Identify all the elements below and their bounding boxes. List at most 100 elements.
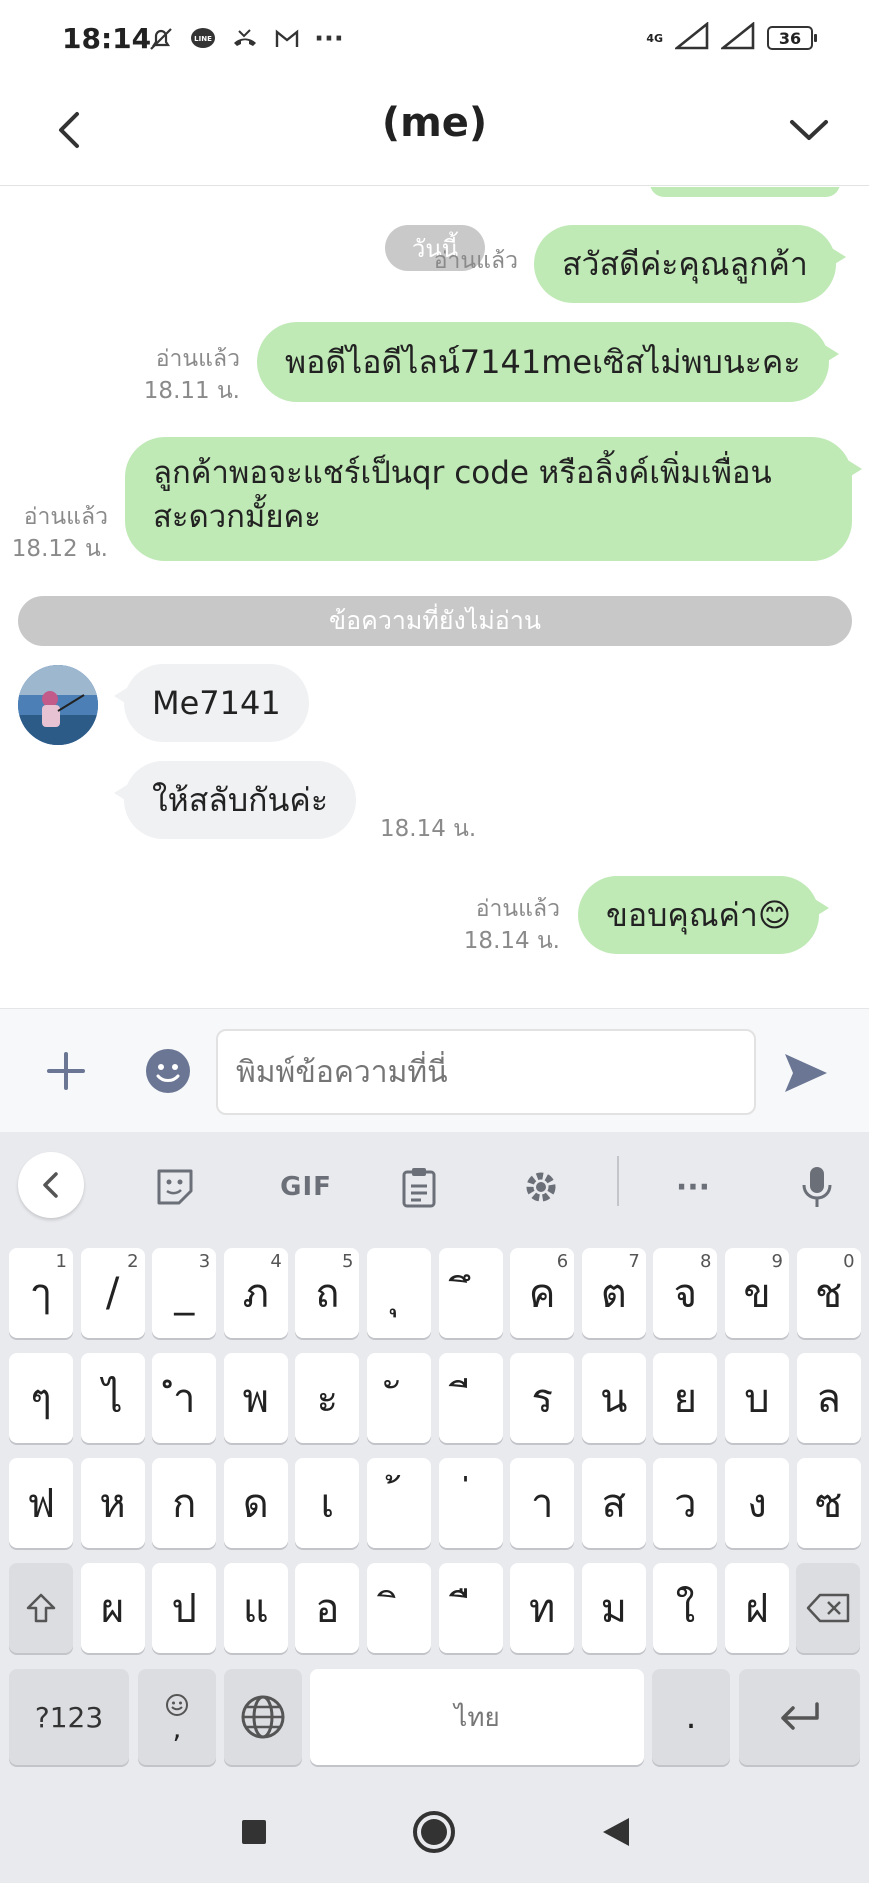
keyboard-key[interactable]: ป — [152, 1563, 217, 1653]
emoji-comma-key[interactable]: , — [138, 1669, 216, 1765]
keyboard-key[interactable]: น — [581, 1353, 646, 1443]
read-receipt: อ่านแล้ว — [433, 248, 518, 274]
message-bubble-me[interactable]: สวัสดีค่ะคุณลูกค้า — [534, 225, 846, 303]
key-label: ห — [99, 1481, 126, 1527]
keyboard-key[interactable]: ก — [152, 1458, 217, 1548]
keyboard-key[interactable]: ช0 — [796, 1248, 861, 1338]
clipboard-button[interactable] — [386, 1154, 452, 1220]
attach-button[interactable] — [38, 1043, 94, 1099]
recents-button[interactable] — [232, 1810, 276, 1854]
keyboard-key[interactable]: ใ — [653, 1563, 718, 1653]
keyboard-key[interactable]: ่ — [438, 1458, 503, 1548]
sticker-tool-button[interactable] — [142, 1154, 208, 1220]
keyboard-key[interactable]: ๆ — [9, 1353, 73, 1443]
keyboard-key[interactable]: ห — [80, 1458, 145, 1548]
avatar[interactable] — [18, 665, 98, 745]
key-number-hint: 9 — [771, 1251, 783, 1272]
key-label: ค — [528, 1271, 556, 1317]
svg-text:LINE: LINE — [194, 35, 212, 43]
keyboard-key[interactable]: า — [510, 1458, 575, 1548]
home-button[interactable] — [410, 1808, 458, 1856]
enter-key[interactable] — [739, 1669, 860, 1765]
message-meta: อ่านแล้ว 18.14 น. — [462, 893, 560, 957]
space-key[interactable]: ไทย — [310, 1669, 644, 1765]
keyboard-key[interactable]: ถ5 — [295, 1248, 360, 1338]
key-label: _ — [174, 1270, 195, 1316]
message-bubble-them[interactable]: Me7141 — [114, 664, 309, 742]
message-bubble-me[interactable]: ขอบคุณค่า😊 — [578, 876, 830, 954]
keyboard-key[interactable]: ด — [223, 1458, 288, 1548]
keyboard-key[interactable]: บ — [725, 1353, 789, 1443]
message-bubble-me[interactable]: พอดีไอดีไลน์7141meเซิสไม่พบนะคะ — [257, 322, 838, 402]
keyboard-key[interactable]: แ — [223, 1563, 288, 1653]
keyboard-key[interactable]: ท — [510, 1563, 575, 1653]
keyboard-key[interactable]: ผ — [80, 1563, 145, 1653]
settings-button[interactable] — [508, 1154, 574, 1220]
language-key[interactable] — [224, 1669, 302, 1765]
key-label: ก — [172, 1481, 197, 1527]
keyboard-key[interactable]: ต7 — [581, 1248, 646, 1338]
more-options-button[interactable]: ··· — [660, 1154, 726, 1220]
muted-bell-icon — [146, 24, 176, 54]
gif-button[interactable]: GIF — [263, 1154, 349, 1220]
message-bubble-me[interactable]: ลูกค้าพอจะแชร์เป็นqr code หรือลิ้งค์เพิ่… — [125, 437, 862, 561]
keyboard-key[interactable]: ื — [438, 1563, 503, 1653]
keyboard-key[interactable]: ร — [510, 1353, 575, 1443]
keyboard-key[interactable]: ภ4 — [223, 1248, 288, 1338]
signal-icon — [673, 21, 709, 54]
keyboard-key[interactable]: /2 — [80, 1248, 145, 1338]
keyboard-key[interactable]: ม — [581, 1563, 646, 1653]
keyboard-key[interactable]: ค6 — [510, 1248, 575, 1338]
send-button[interactable] — [776, 1043, 836, 1103]
keyboard-key[interactable]: ง — [725, 1458, 789, 1548]
keyboard-key[interactable]: ะ — [295, 1353, 360, 1443]
message-time: 18.12 น. — [11, 536, 108, 562]
keyboard-key[interactable]: ี — [438, 1353, 503, 1443]
keyboard-key[interactable]: จ8 — [653, 1248, 718, 1338]
keyboard-key[interactable]: ย — [653, 1353, 718, 1443]
message-list[interactable]: วันนี้ อ่านแล้ว สวัสดีค่ะคุณลูกค้า อ่านแ… — [0, 187, 869, 1007]
keyboard-key[interactable]: ว — [653, 1458, 718, 1548]
battery-icon: 36 — [767, 26, 817, 50]
key-label: เ — [320, 1481, 335, 1527]
menu-toggle-button[interactable] — [779, 100, 839, 160]
back-nav-button[interactable] — [594, 1810, 638, 1854]
backspace-key[interactable] — [796, 1563, 860, 1653]
message-bubble-them[interactable]: ให้สลับกันค่ะ — [113, 761, 357, 839]
keyboard-key[interactable]: เ — [295, 1458, 360, 1548]
keyboard-key[interactable]: ฟ — [9, 1458, 73, 1548]
keyboard-key[interactable]: ๅ1 — [9, 1248, 73, 1338]
symbols-key[interactable]: ?123 — [9, 1669, 129, 1765]
keyboard-key[interactable]: ไ — [80, 1353, 145, 1443]
keyboard-key[interactable]: ำ — [152, 1353, 217, 1443]
sticker-button[interactable] — [140, 1043, 196, 1099]
key-label: า — [530, 1481, 554, 1527]
key-label: ไ — [102, 1376, 123, 1422]
period-key[interactable]: . — [652, 1669, 730, 1765]
key-label: ำ — [172, 1376, 196, 1422]
keyboard-key[interactable]: ข9 — [725, 1248, 789, 1338]
keyboard-key[interactable]: ้ — [367, 1458, 431, 1548]
keyboard-key[interactable]: อ — [295, 1563, 360, 1653]
keyboard-key[interactable]: ั — [367, 1353, 431, 1443]
shift-key[interactable] — [9, 1563, 73, 1653]
keyboard-key[interactable]: ส — [581, 1458, 646, 1548]
keyboard-key[interactable]: ึ — [438, 1248, 503, 1338]
toolbar-collapse-button[interactable] — [18, 1152, 84, 1218]
key-label: ส — [601, 1481, 626, 1527]
key-label: ฟ — [26, 1481, 56, 1527]
keyboard-key[interactable]: ุ — [367, 1248, 431, 1338]
message-meta: อ่านแล้ว 18.12 น. — [10, 501, 108, 565]
notification-icons: LINE ··· — [146, 24, 344, 54]
voice-input-button[interactable] — [784, 1154, 850, 1220]
keyboard-key[interactable]: _ 3 — [152, 1248, 217, 1338]
keyboard-key[interactable]: ซ — [796, 1458, 861, 1548]
keyboard-key[interactable]: พ — [223, 1353, 288, 1443]
key-label: ใ — [675, 1586, 696, 1632]
keyboard-key[interactable]: ฝ — [725, 1563, 789, 1653]
gear-icon — [526, 1172, 556, 1202]
message-input[interactable] — [216, 1029, 756, 1115]
key-label: พ — [242, 1376, 269, 1422]
keyboard-key[interactable]: ิ — [367, 1563, 431, 1653]
keyboard-key[interactable]: ล — [796, 1353, 861, 1443]
